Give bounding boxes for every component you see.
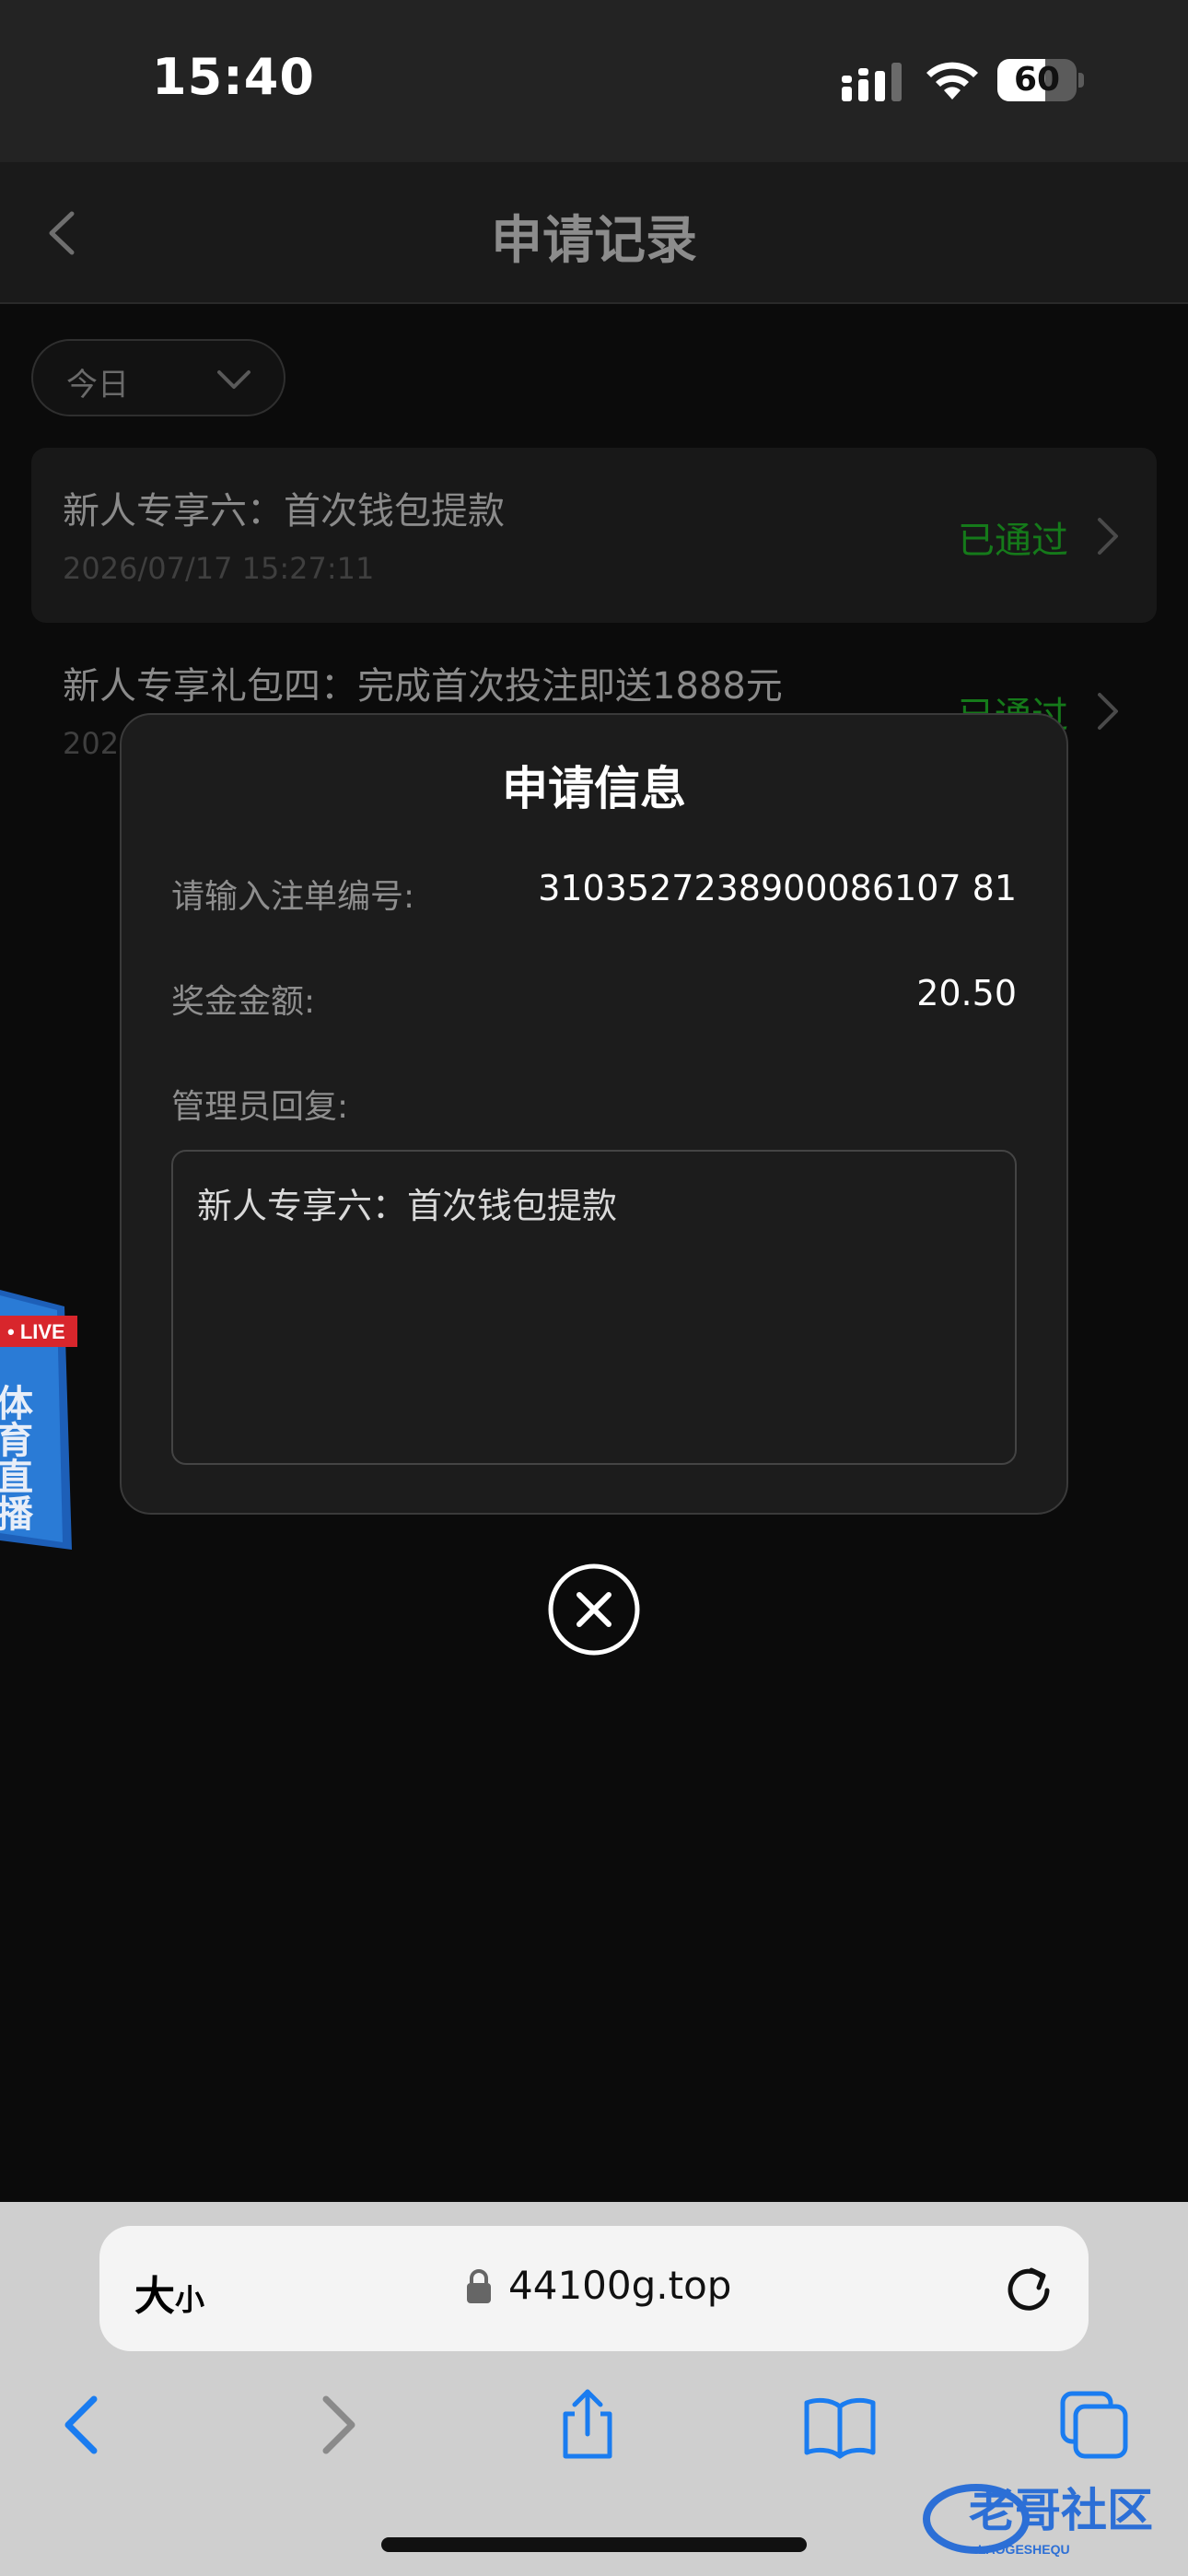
lock-icon: [467, 2269, 491, 2303]
watermark-logo: 老哥社区 LAOGESHEQU: [923, 2484, 1153, 2557]
bet-number-value: 3103527238900086107 81: [538, 868, 1017, 908]
record-status: 已通过: [958, 520, 1068, 562]
filter-selected-value: 今日: [66, 367, 129, 404]
date-filter-dropdown[interactable]: 今日: [31, 339, 285, 416]
chevron-down-icon: [217, 370, 250, 389]
text-size-small: 小: [175, 2282, 205, 2317]
watermark-subtext: LAOGESHEQU: [978, 2542, 1070, 2557]
share-icon[interactable]: [549, 2386, 626, 2464]
record-title: 新人专享礼包四：完成首次投注即送1888元: [63, 665, 783, 708]
modal-title: 申请信息: [502, 762, 686, 815]
bet-number-label: 请输入注单编号:: [171, 878, 415, 916]
admin-reply-text: 新人专享六：首次钱包提款: [197, 1186, 618, 1226]
wifi-icon: [926, 62, 978, 100]
bonus-amount-label: 奖金金额:: [171, 983, 316, 1021]
address-bar[interactable]: 大小 44100g.top: [99, 2226, 1089, 2351]
live-tag: • LIVE: [7, 1320, 65, 1343]
chevron-right-icon: [1098, 518, 1118, 555]
live-badge-text: 体育直播: [0, 1384, 33, 1531]
battery-indicator: 60: [997, 59, 1084, 101]
status-time: 15:40: [152, 48, 315, 106]
record-title: 新人专享六：首次钱包提款: [63, 490, 505, 533]
reload-icon[interactable]: [1000, 2259, 1057, 2316]
watermark-text: 老哥社区: [969, 2484, 1153, 2537]
application-info-modal: 申请信息 请输入注单编号: 3103527238900086107 81 奖金金…: [120, 713, 1068, 1515]
cellular-signal-icon: [842, 63, 902, 101]
tabs-icon[interactable]: [1055, 2386, 1133, 2464]
text-size-big: 大: [134, 2273, 175, 2320]
browser-chrome: 大小 44100g.top 老哥社区 LAOGESHEQU: [0, 2202, 1188, 2576]
url-text[interactable]: 44100g.top: [508, 2263, 731, 2308]
bonus-amount-value: 20.50: [916, 973, 1017, 1013]
nav-bar: 申请记录: [0, 162, 1188, 304]
forward-icon[interactable]: [298, 2386, 376, 2464]
record-time: 2026/07/17 15:27:11: [63, 551, 375, 586]
record-item[interactable]: 新人专享六：首次钱包提款 2026/07/17 15:27:11 已通过: [31, 448, 1157, 623]
admin-reply-label: 管理员回复:: [171, 1088, 349, 1126]
status-bar: 15:40 60: [0, 0, 1188, 162]
bookmarks-icon[interactable]: [801, 2386, 879, 2464]
back-icon[interactable]: [44, 2386, 122, 2464]
chevron-right-icon: [1098, 693, 1118, 730]
close-icon[interactable]: [547, 1563, 641, 1657]
battery-level: 60: [1013, 61, 1061, 99]
page-title: 申请记录: [491, 211, 697, 271]
text-size-button[interactable]: 大小: [134, 2263, 205, 2320]
record-time: 202: [63, 726, 120, 761]
live-sports-badge[interactable]: • LIVE 体育直播: [0, 1282, 77, 1550]
home-indicator: [381, 2537, 807, 2552]
admin-reply-box: 新人专享六：首次钱包提款: [171, 1150, 1017, 1465]
